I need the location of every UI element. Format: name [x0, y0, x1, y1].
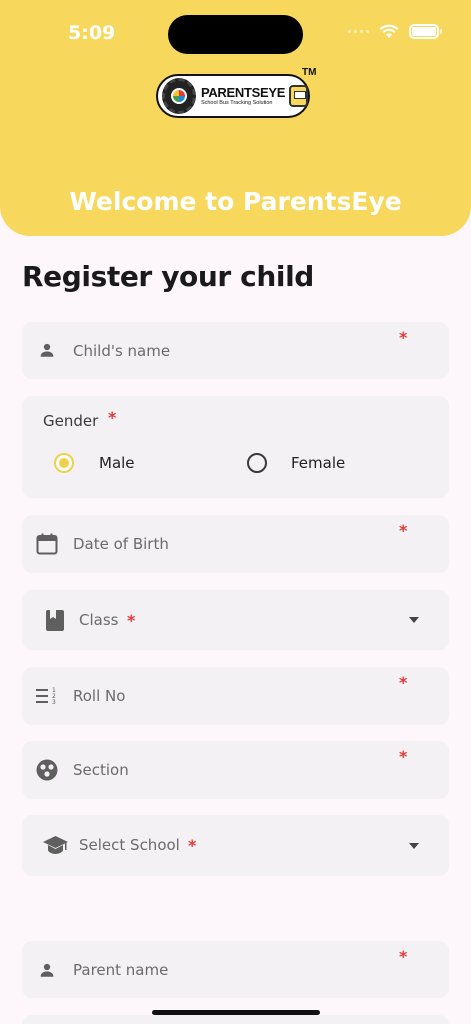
status-indicators: [348, 24, 442, 39]
class-dropdown[interactable]: Class *: [22, 590, 449, 650]
status-time: 5:09: [68, 22, 116, 44]
header: 5:09 PARENTSEYE School Bus Tracking Solu…: [0, 0, 471, 236]
book-icon: [46, 610, 64, 631]
trademark: TM: [302, 67, 317, 78]
person-icon: [40, 963, 54, 977]
logo-tagline: School Bus Tracking Solution: [200, 99, 273, 106]
chevron-down-icon: [409, 843, 419, 849]
child-name-placeholder: Child's name: [73, 342, 171, 360]
dob-field[interactable]: Date of Birth *: [22, 515, 449, 573]
logo-brand: PARENTSEYE: [200, 84, 286, 100]
class-label: Class: [79, 611, 119, 629]
required-mark: *: [188, 836, 197, 855]
person-icon: [40, 343, 54, 357]
roll-no-placeholder: Roll No: [73, 687, 126, 705]
male-radio[interactable]: [54, 453, 74, 473]
cellular-signal-icon: [348, 30, 369, 33]
gear-logo-icon: [162, 78, 196, 114]
chevron-down-icon: [409, 617, 419, 623]
wifi-icon: [379, 24, 399, 38]
roll-no-field[interactable]: 1 2 3 Roll No *: [22, 667, 449, 725]
required-mark: *: [108, 408, 117, 427]
male-label[interactable]: Male: [99, 454, 135, 472]
graduation-cap-icon: [43, 836, 68, 854]
required-mark: *: [127, 611, 136, 630]
parent-name-field[interactable]: Parent name *: [22, 941, 449, 998]
female-radio[interactable]: [247, 453, 267, 473]
select-school-dropdown[interactable]: Select School *: [22, 815, 449, 876]
gender-label: Gender: [43, 412, 99, 430]
section-field[interactable]: Section *: [22, 741, 449, 799]
parentseye-logo: PARENTSEYE School Bus Tracking Solution: [156, 74, 310, 118]
dynamic-island: [168, 15, 303, 54]
bus-logo-icon: [289, 85, 308, 107]
dob-placeholder: Date of Birth: [73, 535, 169, 553]
page-title: Register your child: [22, 260, 314, 293]
required-mark: *: [399, 328, 408, 347]
battery-icon: [409, 24, 442, 39]
section-placeholder: Section: [73, 761, 129, 779]
required-mark: *: [399, 747, 408, 766]
home-indicator[interactable]: [152, 1010, 320, 1015]
female-label[interactable]: Female: [291, 454, 345, 472]
calendar-icon: [36, 533, 58, 555]
parent-name-placeholder: Parent name: [73, 961, 169, 979]
next-field-partial[interactable]: [22, 1015, 449, 1024]
gender-field: Gender * Male Female: [22, 396, 449, 498]
numbered-list-icon: 1 2 3: [36, 687, 56, 706]
section-icon: [36, 759, 58, 781]
required-mark: *: [399, 947, 408, 966]
school-label: Select School: [79, 836, 180, 854]
svg-text:3: 3: [52, 699, 56, 706]
required-mark: *: [399, 673, 408, 692]
required-mark: *: [399, 521, 408, 540]
welcome-heading: Welcome to ParentsEye: [69, 187, 402, 216]
child-name-field[interactable]: Child's name *: [22, 322, 449, 379]
